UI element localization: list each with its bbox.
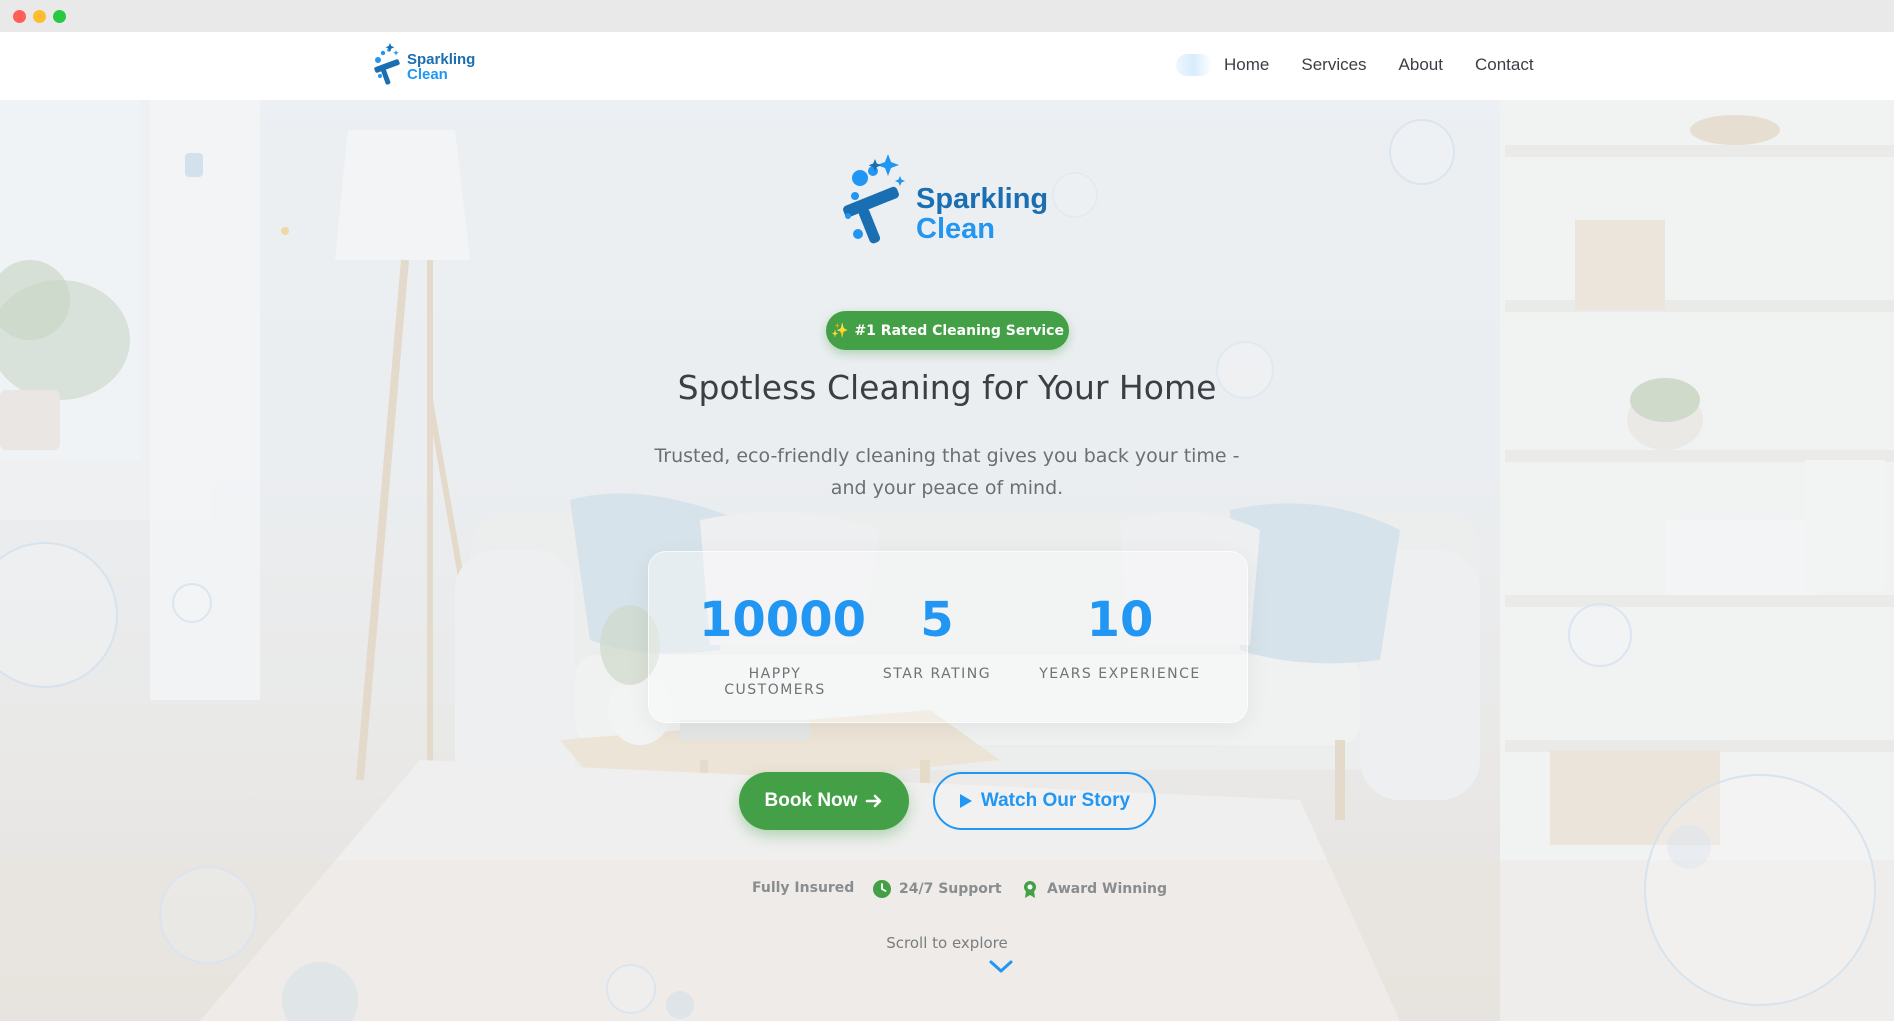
play-icon [959, 794, 972, 808]
trust-award-winning: Award Winning [1021, 880, 1167, 898]
maximize-window-button[interactable] [53, 10, 66, 23]
scroll-hint: Scroll to explore [886, 934, 1008, 952]
stat-value: 10 [1086, 592, 1154, 648]
trust-fully-insured: Fully Insured [752, 880, 854, 896]
main-nav: Home Services About Contact [1176, 50, 1550, 80]
trust-label: Award Winning [1047, 881, 1167, 897]
clock-icon [873, 880, 891, 898]
stat-label: STAR RATING [882, 666, 992, 682]
chevron-down-icon[interactable] [988, 958, 1014, 976]
stat-value: 5 [920, 592, 954, 648]
nav-link-about[interactable]: About [1383, 55, 1459, 75]
trust-support: 24/7 Support [873, 880, 1002, 898]
watch-story-button[interactable]: Watch Our Story [933, 772, 1156, 830]
brand-logo-text[interactable]: Sparkling Clean [407, 52, 475, 82]
nav-highlight [1176, 54, 1212, 76]
hero-section: Sparkling Clean ✨ #1 Rated Cleaning Serv… [0, 100, 1894, 1021]
hero-headline: Spotless Cleaning for Your Home [677, 368, 1217, 407]
book-now-button[interactable]: Book Now [739, 772, 909, 830]
nav-link-home[interactable]: Home [1208, 55, 1285, 75]
stats-panel: 10000 HAPPY CUSTOMERS 5 STAR RATING 10 Y… [648, 551, 1248, 723]
hero-brand-name-line1: Sparkling [916, 183, 1049, 215]
close-window-button[interactable] [13, 10, 26, 23]
brand-name-line1: Sparkling [407, 51, 476, 68]
hero-brand-logo-text: Sparkling Clean [916, 184, 1048, 244]
stat-label: HAPPY CUSTOMERS [724, 666, 826, 698]
window-titlebar [0, 0, 1894, 32]
hero-subheadline: Trusted, eco-friendly cleaning that give… [654, 445, 1240, 499]
award-icon [1024, 881, 1036, 898]
minimize-window-button[interactable] [33, 10, 46, 23]
rating-badge: ✨ #1 Rated Cleaning Service [826, 311, 1069, 350]
nav-link-contact[interactable]: Contact [1459, 55, 1550, 75]
nav-link-services[interactable]: Services [1285, 55, 1382, 75]
trust-label: Fully Insured [752, 880, 855, 896]
brand-name-line2: Clean [407, 66, 448, 83]
stat-value: 10000 [699, 592, 866, 648]
stat-years-experience: 10 YEARS EXPERIENCE [1037, 592, 1203, 682]
hero-brand-name-line2: Clean [916, 213, 995, 245]
navbar: Sparkling Clean Home Services About Cont… [0, 32, 1894, 100]
stat-star-rating: 5 STAR RATING [877, 592, 997, 682]
book-now-label: Book Now [764, 790, 858, 811]
watch-story-label: Watch Our Story [980, 790, 1131, 811]
trust-label: 24/7 Support [899, 881, 1002, 897]
sparkle-icon: ✨ [831, 322, 849, 339]
stat-label: YEARS EXPERIENCE [1039, 666, 1201, 682]
rating-badge-label: #1 Rated Cleaning Service [854, 322, 1064, 339]
arrow-right-icon [866, 794, 882, 808]
stat-happy-customers: 10000 HAPPY CUSTOMERS [699, 592, 866, 698]
